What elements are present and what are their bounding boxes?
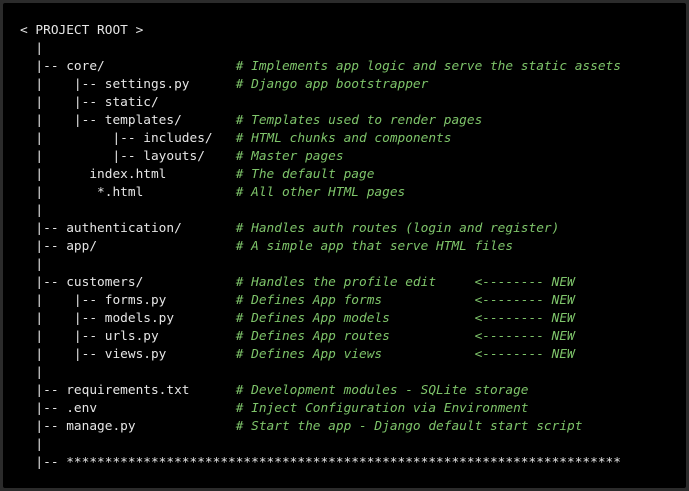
tree-text: |: [20, 437, 44, 452]
comment-text: # Handles auth routes (login and registe…: [235, 221, 560, 236]
tree-text: |-- manage.py: [20, 419, 236, 434]
comment-text: # Implements app logic and serve the sta…: [235, 59, 621, 74]
tree-text: | |-- settings.py: [20, 77, 236, 92]
comment-text: # Start the app - Django default start s…: [235, 419, 583, 434]
comment-text: # Defines App models <-------- NEW: [235, 311, 575, 326]
code-line: |: [20, 256, 621, 274]
code-line-asterisks: |-- ************************************…: [20, 454, 621, 472]
tree-text: | *.html: [20, 185, 236, 200]
comment-text: # Templates used to render pages: [235, 113, 483, 128]
tree-text: | |-- urls.py: [20, 329, 236, 344]
code-line: |: [20, 202, 621, 220]
comment-text: # Django app bootstrapper: [235, 77, 429, 92]
code-line-index-html: | index.html # The default page: [20, 166, 621, 184]
code-line-views: | |-- views.py # Defines App views <----…: [20, 346, 621, 364]
comment-text: # Master pages: [235, 149, 344, 164]
code-line-other-html: | *.html # All other HTML pages: [20, 184, 621, 202]
code-line-project-root: < PROJECT ROOT >: [20, 22, 621, 40]
tree-text: |: [20, 365, 44, 380]
code-line-templates: | |-- templates/ # Templates used to ren…: [20, 112, 621, 130]
tree-text: |: [20, 257, 44, 272]
code-line-includes: | |-- includes/ # HTML chunks and compon…: [20, 130, 621, 148]
code-block: < PROJECT ROOT > | |-- core/ # Implement…: [20, 22, 621, 472]
code-line-layouts: | |-- layouts/ # Master pages: [20, 148, 621, 166]
code-block-panel: < PROJECT ROOT > | |-- core/ # Implement…: [3, 3, 686, 488]
tree-text: |-- requirements.txt: [20, 383, 236, 398]
comment-text: # Handles the profile edit <-------- NEW: [235, 275, 575, 290]
code-line: |: [20, 436, 621, 454]
screenshot-frame: < PROJECT ROOT > | |-- core/ # Implement…: [0, 0, 689, 491]
tree-text: | index.html: [20, 167, 236, 182]
tree-text: | |-- static/: [20, 95, 159, 110]
tree-text: |-- app/: [20, 239, 236, 254]
code-line-models: | |-- models.py # Defines App models <--…: [20, 310, 621, 328]
tree-text: < PROJECT ROOT >: [20, 23, 144, 38]
code-line-requirements: |-- requirements.txt # Development modul…: [20, 382, 621, 400]
comment-text: # All other HTML pages: [235, 185, 406, 200]
code-line-app: |-- app/ # A simple app that serve HTML …: [20, 238, 621, 256]
tree-text: | |-- models.py: [20, 311, 236, 326]
code-line-core: |-- core/ # Implements app logic and ser…: [20, 58, 621, 76]
comment-text: # Defines App forms <-------- NEW: [235, 293, 575, 308]
comment-text: # The default page: [235, 167, 375, 182]
code-line-settings: | |-- settings.py # Django app bootstrap…: [20, 76, 621, 94]
tree-text: |-- authentication/: [20, 221, 236, 236]
code-line-authentication: |-- authentication/ # Handles auth route…: [20, 220, 621, 238]
code-line-env: |-- .env # Inject Configuration via Envi…: [20, 400, 621, 418]
tree-text: |-- .env: [20, 401, 236, 416]
comment-text: # A simple app that serve HTML files: [235, 239, 514, 254]
tree-text: | |-- forms.py: [20, 293, 236, 308]
tree-text: | |-- includes/: [20, 131, 236, 146]
code-line-urls: | |-- urls.py # Defines App routes <----…: [20, 328, 621, 346]
tree-text: | |-- layouts/: [20, 149, 236, 164]
code-line: |: [20, 40, 621, 58]
comment-text: # Defines App routes <-------- NEW: [235, 329, 575, 344]
code-line-static: | |-- static/: [20, 94, 621, 112]
comment-text: # HTML chunks and components: [235, 131, 452, 146]
comment-text: # Development modules - SQLite storage: [235, 383, 529, 398]
tree-text: | |-- views.py: [20, 347, 236, 362]
tree-text: |: [20, 41, 44, 56]
tree-text: |-- customers/: [20, 275, 236, 290]
code-line: |: [20, 364, 621, 382]
code-line-manage: |-- manage.py # Start the app - Django d…: [20, 418, 621, 436]
code-line-forms: | |-- forms.py # Defines App forms <----…: [20, 292, 621, 310]
comment-text: # Defines App views <-------- NEW: [235, 347, 575, 362]
code-line-customers: |-- customers/ # Handles the profile edi…: [20, 274, 621, 292]
tree-text: |-- core/: [20, 59, 236, 74]
tree-text: |: [20, 203, 44, 218]
tree-text: | |-- templates/: [20, 113, 236, 128]
tree-text: |-- ************************************…: [20, 455, 621, 470]
comment-text: # Inject Configuration via Environment: [235, 401, 529, 416]
